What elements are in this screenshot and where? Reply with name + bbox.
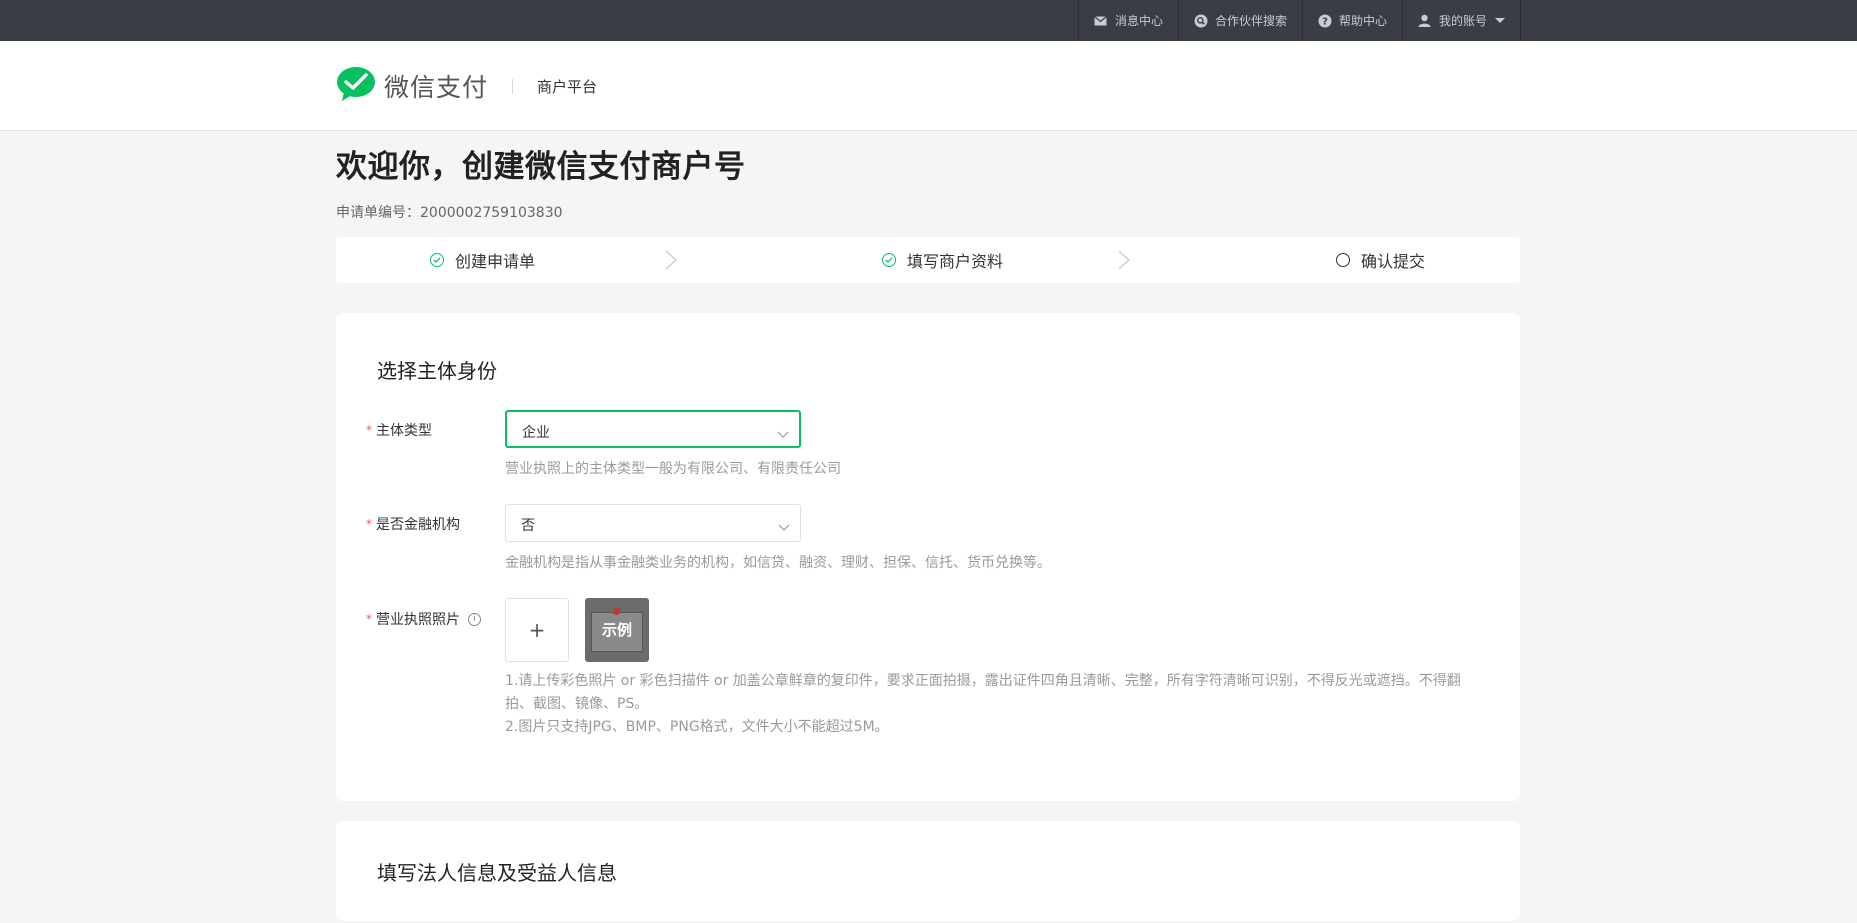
upload-license-button[interactable]: + xyxy=(505,598,569,662)
step-label: 确认提交 xyxy=(1361,252,1426,271)
chevron-down-icon xyxy=(777,424,789,443)
order-number-line: 申请单编号：2000002759103830 xyxy=(336,203,1520,223)
platform-subtitle: 商户平台 xyxy=(537,77,598,96)
license-hint-1b: 拍、截图、镜像、PS。 xyxy=(505,696,649,712)
license-hint-2: 2.图片只支持JPG、BMP、PNG格式，文件大小不能超过5M。 xyxy=(505,719,889,735)
seal-icon xyxy=(613,608,620,615)
chevron-down-icon xyxy=(1495,18,1505,23)
entity-type-select[interactable]: 企业 xyxy=(505,410,801,448)
entity-identity-card: 选择主体身份 * 主体类型 企业 营业执照上的主体类型一般为有限公司、有限责任公… xyxy=(336,313,1520,801)
empty-circle-icon xyxy=(1336,253,1350,267)
page-title: 欢迎你，创建微信支付商户号 xyxy=(336,149,746,185)
header: 微信支付 商户平台 xyxy=(0,41,1857,131)
mail-icon xyxy=(1094,14,1108,28)
order-number-label: 申请单编号： xyxy=(336,205,420,221)
license-hint: 1.请上传彩色照片 or 彩色扫描件 or 加盖公章鲜章的复印件，要求正面拍摄，… xyxy=(505,670,1461,739)
step-confirm-submit: 确认提交 xyxy=(1336,237,1425,283)
nav-message-center-label: 消息中心 xyxy=(1114,14,1163,28)
financial-institution-hint: 金融机构是指从事金融类业务的机构，如信贷、融资、理财、担保、信托、货币兑换等。 xyxy=(505,555,1051,571)
license-sample-thumbnail[interactable]: 示例 xyxy=(585,598,649,662)
sample-label: 示例 xyxy=(601,621,632,639)
top-nav: 消息中心 合作伙伴搜索 ? 帮助中心 我的账号 xyxy=(1077,0,1521,41)
main-content: 欢迎你，创建微信支付商户号 申请单编号：2000002759103830 创建申… xyxy=(336,131,1520,921)
entity-type-hint: 营业执照上的主体类型一般为有限公司、有限责任公司 xyxy=(505,461,841,477)
check-circle-icon xyxy=(882,253,896,267)
progress-steps: 创建申请单 填写商户资料 确认提交 xyxy=(336,237,1520,283)
step-create-application: 创建申请单 xyxy=(430,237,535,283)
check-circle-icon xyxy=(430,253,444,267)
chevron-down-icon xyxy=(778,517,790,536)
nav-help-center[interactable]: ? 帮助中心 xyxy=(1301,0,1402,41)
wechat-pay-logo-icon xyxy=(336,66,376,106)
chevron-right-icon xyxy=(665,250,677,274)
user-icon xyxy=(1418,14,1432,28)
financial-institution-select[interactable]: 否 xyxy=(505,504,801,542)
logo[interactable]: 微信支付 商户平台 xyxy=(336,66,597,106)
step-fill-merchant-info: 填写商户资料 xyxy=(882,237,1003,283)
section-title: 选择主体身份 xyxy=(377,359,497,383)
info-icon[interactable]: i xyxy=(468,612,481,626)
financial-institution-value: 否 xyxy=(521,518,535,534)
nav-help-center-label: 帮助中心 xyxy=(1338,14,1387,28)
search-icon xyxy=(1194,14,1208,28)
top-bar: 消息中心 合作伙伴搜索 ? 帮助中心 我的账号 xyxy=(0,0,1857,41)
required-mark: * xyxy=(366,612,372,626)
license-hint-1: 1.请上传彩色照片 or 彩色扫描件 or 加盖公章鲜章的复印件，要求正面拍摄，… xyxy=(505,673,1461,689)
logo-divider xyxy=(512,78,514,94)
legal-person-card: 填写法人信息及受益人信息 xyxy=(336,821,1520,921)
section-title: 填写法人信息及受益人信息 xyxy=(377,861,617,885)
entity-type-label: * 主体类型 xyxy=(366,423,432,439)
financial-institution-label: * 是否金融机构 xyxy=(366,517,460,533)
nav-message-center[interactable]: 消息中心 xyxy=(1077,0,1178,41)
step-label: 创建申请单 xyxy=(455,252,536,271)
nav-partner-search-label: 合作伙伴搜索 xyxy=(1214,14,1287,28)
business-license-label: * 营业执照照片 i xyxy=(366,609,481,629)
svg-text:?: ? xyxy=(1322,16,1328,27)
help-icon: ? xyxy=(1318,14,1332,28)
entity-type-value: 企业 xyxy=(522,425,550,441)
step-label: 填写商户资料 xyxy=(907,252,1004,271)
nav-partner-search[interactable]: 合作伙伴搜索 xyxy=(1177,0,1302,41)
logo-text: 微信支付 xyxy=(384,73,489,102)
order-number-value: 2000002759103830 xyxy=(420,205,563,221)
chevron-right-icon xyxy=(1118,250,1130,274)
nav-my-account[interactable]: 我的账号 xyxy=(1401,0,1521,41)
required-mark: * xyxy=(366,517,372,531)
nav-my-account-label: 我的账号 xyxy=(1438,14,1487,28)
required-mark: * xyxy=(366,423,372,437)
